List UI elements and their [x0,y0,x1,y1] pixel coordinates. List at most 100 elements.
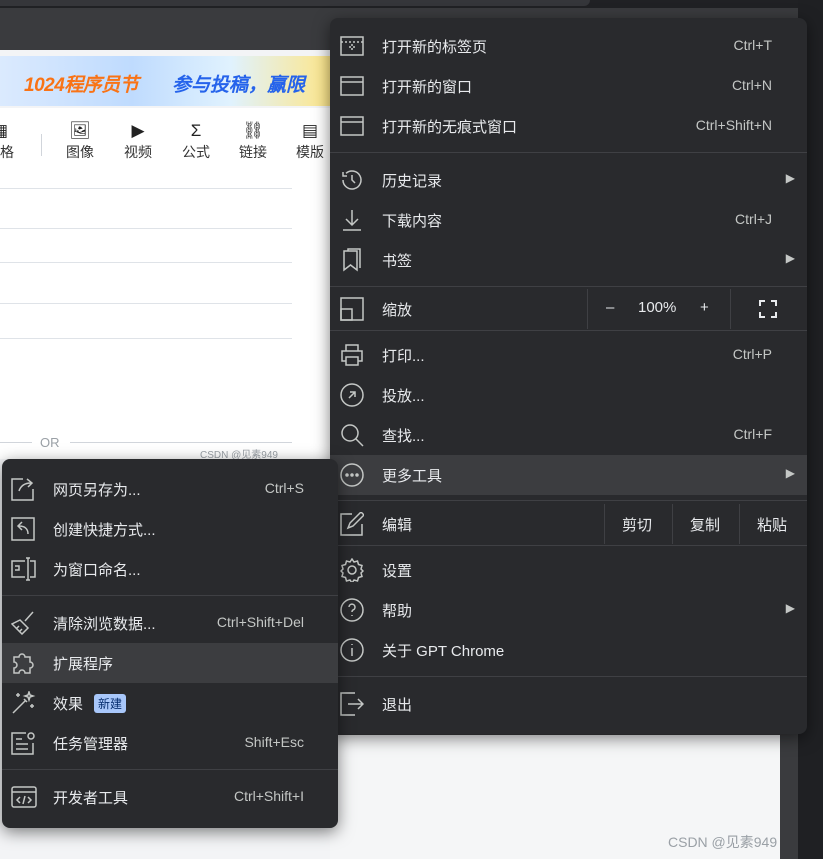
window-icon [340,74,364,98]
menu-downloads[interactable]: 下载内容 Ctrl+J [330,200,807,240]
banner-text-1: 1024程序员节 [24,75,139,96]
toolbar-formula[interactable]: Σ 公式 [176,120,216,162]
menu-label: 投放... [382,388,425,405]
promo-banner[interactable]: 1024程序员节 参与投稿，赢限 [0,56,330,106]
field-line [0,262,292,263]
field-line [0,228,292,229]
menu-shortcut: Ctrl+N [731,77,772,93]
menu-settings[interactable]: 设置 [330,550,807,590]
submenu-shortcut: Ctrl+Shift+Del [216,614,304,630]
menu-find[interactable]: 查找... Ctrl+F [330,415,807,455]
devtools-icon [11,785,37,809]
toolbar-video[interactable]: ▶ 视频 [118,120,158,162]
submenu-label: 网页另存为... [53,482,141,499]
exit-icon [340,692,364,716]
menu-print[interactable]: 打印... Ctrl+P [330,335,807,375]
submenu-name-window[interactable]: 为窗口命名... [2,549,338,589]
menu-label: 历史记录 [382,173,443,190]
submenu-devtools[interactable]: 开发者工具 Ctrl+Shift+I [2,777,338,817]
table-icon: ▦ [0,120,20,142]
help-icon [340,598,364,622]
menu-more-tools[interactable]: 更多工具 ▶ [330,455,807,495]
zoom-in-button[interactable]: + [700,299,709,316]
submenu-save-page[interactable]: 网页另存为... Ctrl+S [2,469,338,509]
editor-toolbar: ▦ 表格 🖼︎ 图像 ▶ 视频 Σ 公式 ⛓ 链接 ▤ 模版 [0,108,330,177]
new-tab-icon [340,34,364,58]
more-tools-icon [340,463,364,487]
copy-button[interactable]: 复制 [690,514,720,535]
watermark: CSDN @见素949 [668,834,778,850]
toolbar-table[interactable]: ▦ 表格 [0,120,20,162]
menu-cast[interactable]: 投放... [330,375,807,415]
menu-exit[interactable]: 退出 [330,684,807,724]
toolbar-label: 表格 [0,144,14,160]
menu-incognito[interactable]: 打开新的无痕式窗口 Ctrl+Shift+N [330,106,807,146]
menu-label: 下载内容 [382,213,443,230]
cut-button[interactable]: 剪切 [622,514,652,535]
menu-label: 设置 [382,563,413,580]
edit-icon [340,512,364,536]
zoom-out-button[interactable]: – [606,299,614,316]
toolbar-image[interactable]: 🖼︎ 图像 [60,120,100,162]
gear-icon [340,558,364,582]
incognito-window-icon [340,114,364,138]
fullscreen-icon[interactable] [758,299,778,319]
browser-menu: 打开新的标签页 Ctrl+T 打开新的窗口 Ctrl+N 打开新的无痕式窗口 C… [330,18,807,734]
menu-separator [330,152,807,153]
submenu-extensions[interactable]: 扩展程序 [2,643,338,683]
menu-edit: 编辑 剪切 复制 粘贴 [330,504,807,544]
zoom-divider [730,289,731,329]
submenu-shortcut: Ctrl+Shift+I [233,788,304,804]
menu-shortcut: Ctrl+Shift+N [695,117,772,133]
menu-separator [330,286,807,287]
submenu-clear-data[interactable]: 清除浏览数据... Ctrl+Shift+Del [2,603,338,643]
menu-label: 打印... [382,348,425,365]
download-icon [340,208,364,232]
menu-label: 缩放 [382,302,413,319]
toolbar-label: 视频 [124,144,152,160]
menu-label: 打开新的无痕式窗口 [382,119,518,136]
zoom-divider [587,289,588,329]
chevron-right-icon: ▶ [785,601,795,615]
video-icon: ▶ [131,121,145,140]
shortcut-icon [11,517,37,541]
menu-new-window[interactable]: 打开新的窗口 Ctrl+N [330,66,807,106]
link-icon: ⛓ [242,121,264,140]
menu-label: 关于 GPT Chrome [382,643,505,660]
menu-zoom: 缩放 – 100% + [330,289,807,329]
toolbar-label: 链接 [239,144,267,160]
menu-bookmarks[interactable]: 书签 ▶ [330,240,807,280]
submenu-label: 任务管理器 [53,736,129,753]
menu-label: 编辑 [382,517,413,534]
field-line [0,188,292,189]
submenu-effects[interactable]: 效果 新建 [2,683,338,723]
submenu-separator [2,769,338,770]
puzzle-icon [11,651,37,675]
submenu-label: 开发者工具 [53,790,129,807]
editor-area[interactable] [0,176,330,459]
toolbar-label: 模版 [296,144,324,160]
submenu-label: 为窗口命名... [53,562,141,579]
field-line [0,303,292,304]
menu-new-tab[interactable]: 打开新的标签页 Ctrl+T [330,26,807,66]
menu-label: 帮助 [382,603,413,620]
magic-wand-icon [11,691,37,715]
new-badge: 新建 [94,694,127,713]
toolbar-template[interactable]: ▤ 模版 [290,120,330,162]
submenu-label: 效果 [53,696,84,713]
submenu-task-manager[interactable]: 任务管理器 Shift+Esc [2,723,338,763]
menu-history[interactable]: 历史记录 ▶ [330,160,807,200]
toolbar-link[interactable]: ⛓ 链接 [233,120,273,162]
menu-about[interactable]: 关于 GPT Chrome [330,630,807,670]
menu-shortcut: Ctrl+T [733,37,773,53]
address-bar[interactable] [0,0,590,6]
menu-label: 打开新的标签页 [382,39,488,56]
more-tools-submenu: 网页另存为... Ctrl+S 创建快捷方式... 为窗口命名... 清除浏览数… [2,459,338,828]
menu-label: 更多工具 [382,468,443,485]
menu-separator [330,545,807,546]
chevron-right-icon: ▶ [785,171,795,185]
menu-help[interactable]: 帮助 ▶ [330,590,807,630]
save-page-icon [11,477,37,501]
submenu-create-shortcut[interactable]: 创建快捷方式... [2,509,338,549]
paste-button[interactable]: 粘贴 [757,514,787,535]
